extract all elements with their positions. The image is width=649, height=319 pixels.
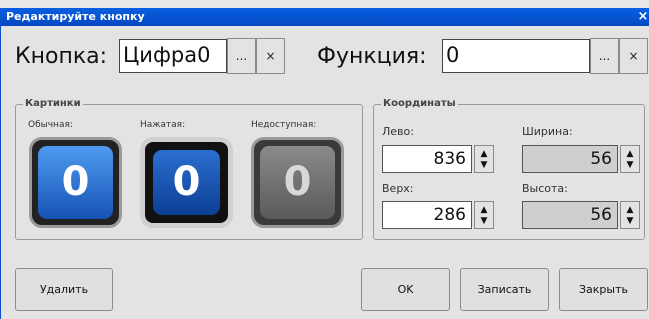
images-group: Картинки Обычная: Нажатая: Недоступная: … [15,97,363,240]
pressed-button-digit: 0 [172,159,201,205]
left-field[interactable]: 836 [382,145,472,173]
coordinates-group: Координаты Лево: 836 ▲ ▼ Ширина: 56 ▲ ▼ … [373,97,645,240]
normal-button-image[interactable]: 0 [29,137,122,228]
edit-button-dialog: Кнопка: Цифра0 ... × Функция: 0 ... × Ка… [0,26,649,319]
function-clear-button[interactable]: × [619,38,648,74]
spin-down-icon[interactable]: ▼ [475,160,493,170]
disabled-button-image[interactable]: 0 [251,137,344,228]
button-name-label: Кнопка: [15,44,108,69]
normal-image-label: Обычная: [28,120,73,130]
spin-down-icon[interactable]: ▼ [475,216,493,226]
pressed-button-image[interactable]: 0 [140,137,233,228]
height-spinner[interactable]: ▲ ▼ [620,201,640,229]
left-spinner[interactable]: ▲ ▼ [474,145,494,173]
top-field[interactable]: 286 [382,201,472,229]
disabled-image-label: Недоступная: [251,120,317,130]
spin-up-icon[interactable]: ▲ [621,205,639,215]
button-name-browse-button[interactable]: ... [227,38,256,74]
window-title: Редактируйте кнопку [6,10,145,23]
spin-up-icon[interactable]: ▲ [621,149,639,159]
width-field: 56 [522,145,618,173]
height-field: 56 [522,201,618,229]
spin-up-icon[interactable]: ▲ [475,205,493,215]
ok-button[interactable]: OK [361,268,450,311]
delete-button[interactable]: Удалить [15,268,113,311]
left-label: Лево: [382,125,414,138]
save-button[interactable]: Записать [460,268,549,311]
spin-down-icon[interactable]: ▼ [621,216,639,226]
function-label: Функция: [317,44,427,69]
function-browse-button[interactable]: ... [590,38,619,74]
close-button[interactable]: Закрыть [559,268,648,311]
function-field[interactable]: 0 [442,39,590,73]
top-label: Верх: [382,182,414,195]
spin-down-icon[interactable]: ▼ [621,160,639,170]
top-strip [0,0,649,8]
pressed-image-label: Нажатая: [140,120,186,130]
width-label: Ширина: [522,125,573,138]
disabled-button-digit: 0 [283,159,312,205]
button-name-clear-button[interactable]: × [256,38,285,74]
title-bar: Редактируйте кнопку × [0,8,649,26]
top-spinner[interactable]: ▲ ▼ [474,201,494,229]
spin-up-icon[interactable]: ▲ [475,149,493,159]
normal-button-digit: 0 [61,159,90,205]
button-name-field[interactable]: Цифра0 [119,39,227,73]
images-group-title: Картинки [23,97,83,111]
height-label: Высота: [522,182,568,195]
coordinates-group-title: Координаты [381,97,458,111]
width-spinner[interactable]: ▲ ▼ [620,145,640,173]
window-close-button[interactable]: × [637,8,649,26]
